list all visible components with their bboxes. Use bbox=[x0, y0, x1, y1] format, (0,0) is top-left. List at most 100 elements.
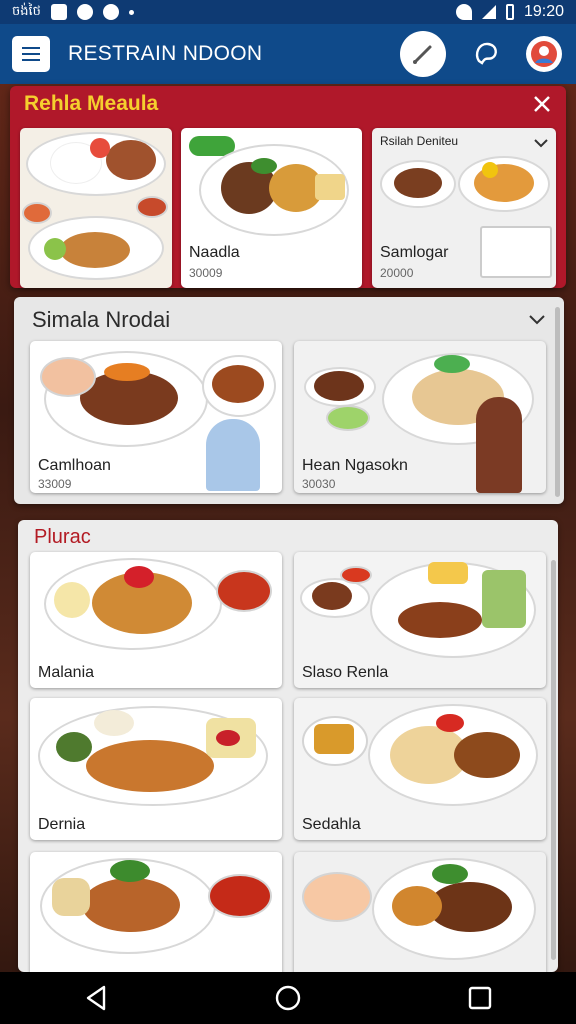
food-image bbox=[212, 365, 264, 403]
card-name: Dernia bbox=[38, 816, 86, 833]
food-image bbox=[428, 562, 468, 584]
status-right: 19:20 bbox=[455, 3, 564, 21]
dish-card-sedahla[interactable]: Sedahla bbox=[294, 698, 546, 840]
food-image bbox=[54, 582, 90, 618]
food-image bbox=[208, 874, 272, 918]
food-image bbox=[104, 363, 150, 381]
back-button[interactable] bbox=[70, 972, 122, 1024]
food-image bbox=[398, 602, 482, 638]
more-notifications-icon bbox=[128, 9, 134, 15]
featured-card-samlogar[interactable]: Rsilah Deniteu Samlogar 20000 bbox=[372, 128, 556, 288]
dish-card-hean-ngasokn[interactable]: Hean Ngasokn 30030 bbox=[294, 341, 546, 493]
menu-icon-line bbox=[22, 59, 40, 61]
food-image bbox=[60, 232, 130, 268]
card-name: Slaso Renla bbox=[302, 664, 389, 681]
food-image bbox=[394, 168, 442, 198]
featured-card-collage[interactable] bbox=[20, 128, 172, 288]
dish-card-camlhoan[interactable]: Camlhoan 33009 bbox=[30, 341, 282, 493]
pen-icon bbox=[413, 45, 432, 64]
status-carrier-text: ចង់ថៃ bbox=[12, 2, 41, 18]
food-image bbox=[94, 710, 134, 736]
system-nav-bar bbox=[0, 972, 576, 1024]
app-title: RESTRAIN NDOON bbox=[68, 42, 263, 65]
dish-card-dernia[interactable]: Dernia bbox=[30, 698, 282, 840]
dish-card-slaso-renla[interactable]: Slaso Renla bbox=[294, 552, 546, 688]
collapse-button[interactable] bbox=[526, 309, 548, 331]
card-name: Naadla bbox=[189, 244, 240, 261]
card-name: Sedahla bbox=[302, 816, 361, 833]
food-image bbox=[136, 196, 168, 218]
menu-card-image bbox=[480, 226, 552, 278]
food-image bbox=[40, 357, 96, 397]
food-image bbox=[340, 566, 372, 584]
home-button[interactable] bbox=[262, 972, 314, 1024]
food-image bbox=[315, 174, 345, 200]
recents-button[interactable] bbox=[454, 972, 506, 1024]
scrollbar[interactable] bbox=[555, 307, 560, 497]
edit-button[interactable] bbox=[400, 31, 446, 77]
menu-icon-line bbox=[22, 53, 40, 55]
expand-button[interactable] bbox=[532, 134, 550, 152]
food-image bbox=[312, 582, 352, 610]
favorites-button[interactable] bbox=[466, 34, 506, 74]
bean-icon bbox=[475, 42, 497, 65]
food-image bbox=[314, 371, 364, 401]
food-image bbox=[251, 158, 277, 174]
profile-button[interactable] bbox=[526, 36, 562, 72]
featured-card-naadla[interactable]: Naadla 30009 bbox=[181, 128, 362, 288]
card-price: 20000 bbox=[380, 266, 414, 280]
menu-button[interactable] bbox=[12, 36, 50, 72]
close-icon bbox=[534, 96, 550, 112]
section-title: Plurac bbox=[34, 526, 91, 548]
status-bar: ចង់ថៃ 19:20 bbox=[0, 0, 576, 24]
food-image bbox=[482, 570, 526, 628]
clock-app-icon bbox=[102, 4, 119, 20]
food-image bbox=[436, 714, 464, 732]
app-actions bbox=[400, 31, 562, 77]
status-left: ចង់ថៃ bbox=[12, 3, 134, 22]
menu-icon bbox=[22, 47, 40, 49]
featured-panel-title: Rehla Meaula bbox=[24, 92, 159, 115]
dish-card[interactable] bbox=[30, 852, 282, 972]
food-image bbox=[482, 162, 498, 178]
card-name: Malania bbox=[38, 664, 95, 681]
dish-card[interactable] bbox=[294, 852, 546, 972]
food-image bbox=[432, 864, 468, 884]
card-price: 30030 bbox=[302, 477, 336, 491]
section-title: Simala Nrodai bbox=[32, 307, 171, 332]
food-image bbox=[216, 570, 272, 612]
card-name: Samlogar bbox=[380, 244, 449, 261]
scrollbar[interactable] bbox=[551, 560, 556, 960]
food-image bbox=[110, 860, 150, 882]
section-plurac: Plurac Malania Slaso Renla Dernia Sedahl… bbox=[18, 520, 558, 972]
food-image bbox=[90, 138, 110, 158]
food-image bbox=[52, 878, 90, 916]
food-image bbox=[314, 724, 354, 754]
avatar-icon bbox=[531, 41, 557, 67]
recents-icon bbox=[468, 986, 492, 1010]
food-image bbox=[106, 140, 156, 180]
home-icon bbox=[275, 985, 301, 1011]
person-image bbox=[206, 419, 260, 491]
person-image bbox=[476, 397, 522, 493]
food-image bbox=[82, 878, 180, 932]
wifi-icon bbox=[455, 4, 472, 20]
card-name: Hean Ngasokn bbox=[302, 457, 408, 474]
dish-card-malania[interactable]: Malania bbox=[30, 552, 282, 688]
food-image bbox=[392, 886, 442, 926]
card-price: 30009 bbox=[189, 266, 223, 280]
food-image bbox=[56, 732, 92, 762]
card-name: Camlhoan bbox=[38, 457, 111, 474]
card-title: Rsilah Deniteu bbox=[380, 134, 459, 148]
battery-icon bbox=[505, 4, 514, 20]
section-simala: Simala Nrodai Camlhoan 33009 Hean Ngasok… bbox=[14, 297, 564, 504]
notification-icon bbox=[50, 4, 67, 20]
food-image bbox=[302, 872, 372, 922]
food-image bbox=[454, 732, 520, 778]
chevron-down-icon bbox=[534, 139, 548, 148]
whatsapp-icon bbox=[76, 4, 93, 20]
food-image bbox=[22, 202, 52, 224]
close-button[interactable] bbox=[528, 90, 556, 118]
status-time: 19:20 bbox=[523, 3, 564, 20]
food-image bbox=[44, 238, 66, 260]
